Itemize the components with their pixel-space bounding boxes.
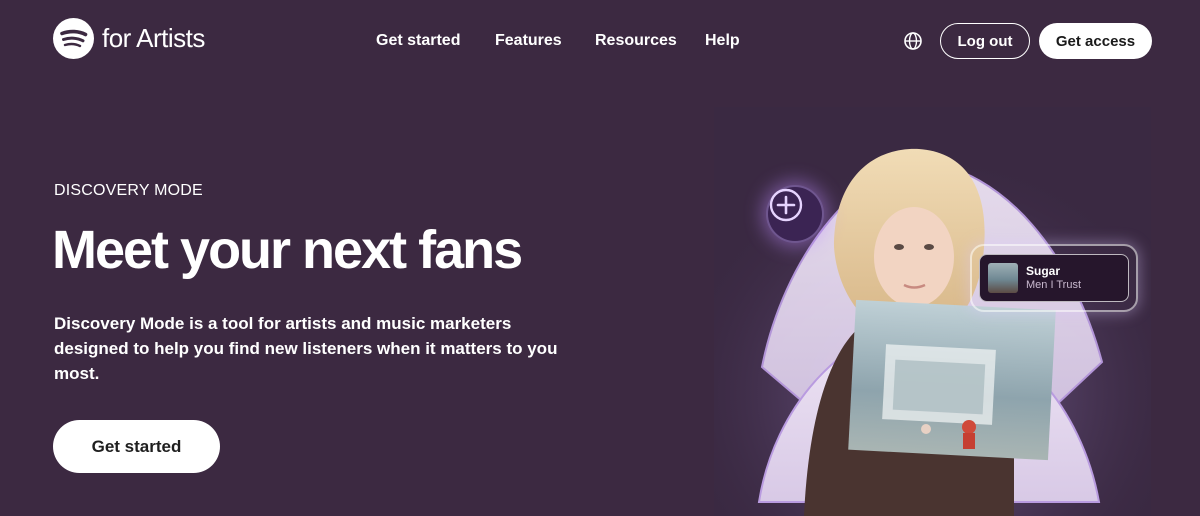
log-out-button[interactable]: Log out: [940, 23, 1030, 59]
logo-text: for Artists: [102, 23, 205, 53]
hero-headline: Meet your next fans: [52, 220, 523, 280]
hero-eyebrow: DISCOVERY MODE: [54, 182, 203, 199]
discovery-mode-artwork: Sugar Men I Trust: [714, 107, 1151, 516]
plus-icon: [769, 188, 803, 222]
album-thumbnail: [988, 263, 1018, 293]
add-plus-button[interactable]: [766, 185, 824, 243]
site-header: for Artists Get started Features Resourc…: [0, 0, 1200, 82]
now-playing-track-card: Sugar Men I Trust: [970, 244, 1138, 312]
spotify-logo-icon: [53, 18, 94, 59]
get-access-button[interactable]: Get access: [1039, 23, 1152, 59]
nav-help[interactable]: Help: [705, 32, 740, 50]
nav-get-started[interactable]: Get started: [376, 32, 495, 50]
get-started-button[interactable]: Get started: [53, 420, 220, 473]
globe-icon[interactable]: [903, 31, 923, 51]
hero-description: Discovery Mode is a tool for artists and…: [54, 314, 558, 383]
track-card-inner: Sugar Men I Trust: [979, 254, 1129, 302]
nav-resources[interactable]: Resources: [595, 32, 705, 50]
track-title: Sugar: [1026, 264, 1061, 278]
main-nav: Get started Features Resources Help: [376, 32, 740, 50]
spotify-for-artists-logo[interactable]: for Artists: [53, 18, 205, 59]
track-artist: Men I Trust: [1026, 279, 1082, 291]
nav-features[interactable]: Features: [495, 32, 595, 50]
